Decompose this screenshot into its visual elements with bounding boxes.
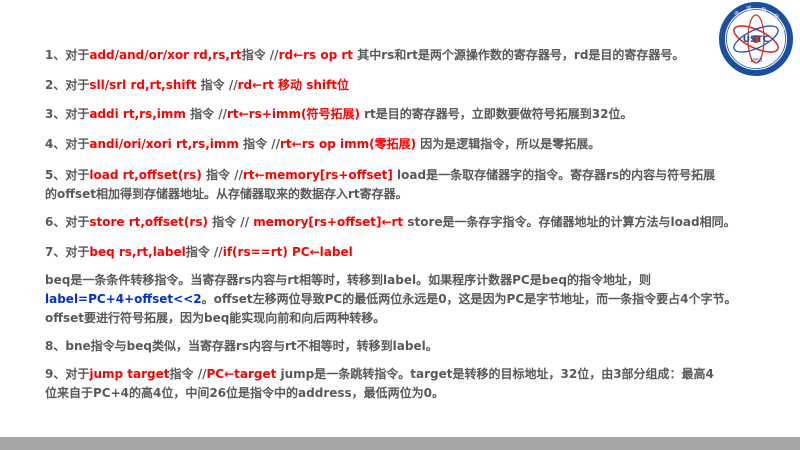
item-1-label: 指令 //	[241, 48, 279, 62]
item-4-rtl: rt←rs op imm(零拓展)	[280, 136, 417, 151]
item-7-rtl: if(rs==rt) PC←label	[222, 244, 353, 259]
item-7-label: 指令 //	[185, 244, 223, 259]
item-2: 2、对于sll/srl rd,rt,shift 指令 //rd←rt 移动 sh…	[45, 78, 775, 93]
svg-text:科: 科	[760, 6, 767, 14]
item-6-label: 指令 //	[207, 215, 254, 229]
item-6-rtl: memory[rs+offset]←rt	[253, 215, 404, 229]
item-9-label: 指令 //	[169, 366, 207, 381]
item-9-prefix: 9、对于	[45, 366, 90, 381]
item-5-prefix: 5、对于	[45, 168, 90, 182]
item-9-rtl: PC←target	[206, 366, 277, 381]
item-1-desc: 其中rs和rt是两个源操作数的寄存器号，rd是目的寄存器号。	[353, 48, 685, 62]
item-1: 1、对于add/and/or/xor rd,rs,rt指令 //rd←rs op…	[45, 48, 775, 63]
item-2-rtl: rd←rt 移动 shift位	[237, 77, 349, 92]
item-7-para-2: label=PC+4+offset<<2。offset左移两位导致PC的最低两位…	[45, 290, 775, 309]
footer-bar	[0, 437, 800, 450]
logo-acronym: USTC	[743, 35, 770, 45]
item-7: 7、对于beq rs,rt,label指令 //if(rs==rt) PC←la…	[45, 245, 775, 260]
item-4-prefix: 4、对于	[45, 136, 90, 151]
slide: 中 国 科 学 技 USTC 1958 1、对于add/and/or/xor r…	[0, 0, 800, 450]
item-1-prefix: 1、对于	[45, 48, 90, 62]
item-1-instruction: add/and/or/xor rd,rs,rt	[89, 48, 242, 62]
item-4-instruction: andi/ori/xori rt,rs,imm	[89, 136, 239, 151]
item-9-instruction: jump target	[89, 366, 170, 381]
item-3-label: 指令 //	[185, 107, 228, 121]
item-2-prefix: 2、对于	[45, 77, 90, 92]
item-6-prefix: 6、对于	[45, 215, 90, 229]
item-9-line-2: 位来自于PC+4的高4位，中间26位是指令中的address，最低两位为0。	[45, 385, 445, 400]
item-8: 8、bne指令与beq类似，当寄存器rs内容与rt不相等时，转移到label。	[45, 338, 438, 353]
item-3-desc: rt是目的寄存器号，立即数要做符号拓展到32位。	[359, 107, 633, 121]
item-5-line-1: 5、对于load rt,offset(rs) 指令 //rt←memory[rs…	[45, 166, 775, 185]
item-7-para-3: offset要进行符号拓展，因为beq能实现向前和向后两种转移。	[45, 310, 386, 325]
item-2-instruction: sll/srl rd,rt,shift	[89, 77, 197, 92]
item-7-explanation: beq是一条条件转移指令。当寄存器rs内容与rt相等时，转移到label。如果程…	[45, 271, 775, 328]
item-7-para-1: beq是一条条件转移指令。当寄存器rs内容与rt相等时，转移到label。如果程…	[45, 272, 652, 287]
item-2-label: 指令 //	[196, 77, 238, 92]
item-4-desc: 因为是逻辑指令，所以是零拓展。	[416, 136, 601, 151]
item-6-instruction: store rt,offset(rs)	[89, 215, 208, 229]
item-7-formula: label=PC+4+offset<<2	[45, 291, 202, 306]
item-7-prefix: 7、对于	[45, 244, 90, 259]
item-5-label: 指令 //	[201, 168, 243, 182]
item-5-rtl: rt←memory[rs+offset]	[242, 168, 393, 182]
item-6: 6、对于store rt,offset(rs) 指令 // memory[rs+…	[45, 215, 775, 230]
item-5: 5、对于load rt,offset(rs) 指令 //rt←memory[rs…	[45, 166, 775, 204]
item-6-desc: store是一条存字指令。存储器地址的计算方法与load相同。	[403, 215, 736, 229]
item-9: 9、对于jump target指令 //PC←target jump是一条跳转指…	[45, 365, 775, 403]
item-3-instruction: addi rt,rs,imm	[89, 107, 186, 121]
item-7-para-2-text: 。offset左移两位导致PC的最低两位永远是0，这是因为PC是字节地址，而一条…	[201, 291, 737, 306]
item-5-line-2: 的offset相加得到存储器地址。从存储器取来的数据存入rt寄存器。	[45, 187, 408, 201]
item-5-instruction: load rt,offset(rs)	[89, 168, 202, 182]
item-7-instruction: beq rs,rt,label	[89, 244, 186, 259]
item-3-rtl: rt←rs+imm(符号拓展)	[227, 107, 360, 121]
instruction-list: 1、对于add/and/or/xor rd,rs,rt指令 //rd←rs op…	[45, 48, 775, 403]
item-4-label: 指令 //	[238, 136, 281, 151]
item-9-desc: jump是一条跳转指令。target是转移的目标地址，32位，由3部分组成：最高…	[276, 366, 714, 381]
item-3: 3、对于addi rt,rs,imm 指令 //rt←rs+imm(符号拓展) …	[45, 107, 775, 122]
item-3-prefix: 3、对于	[45, 107, 90, 121]
item-5-desc: load是一条取存储器字的指令。寄存器rs的内容与符号拓展	[392, 168, 716, 182]
item-9-line-1: 9、对于jump target指令 //PC←target jump是一条跳转指…	[45, 365, 775, 384]
item-4: 4、对于andi/ori/xori rt,rs,imm 指令 //rt←rs o…	[45, 137, 775, 152]
item-1-rtl: rd←rs op rt	[278, 48, 354, 62]
